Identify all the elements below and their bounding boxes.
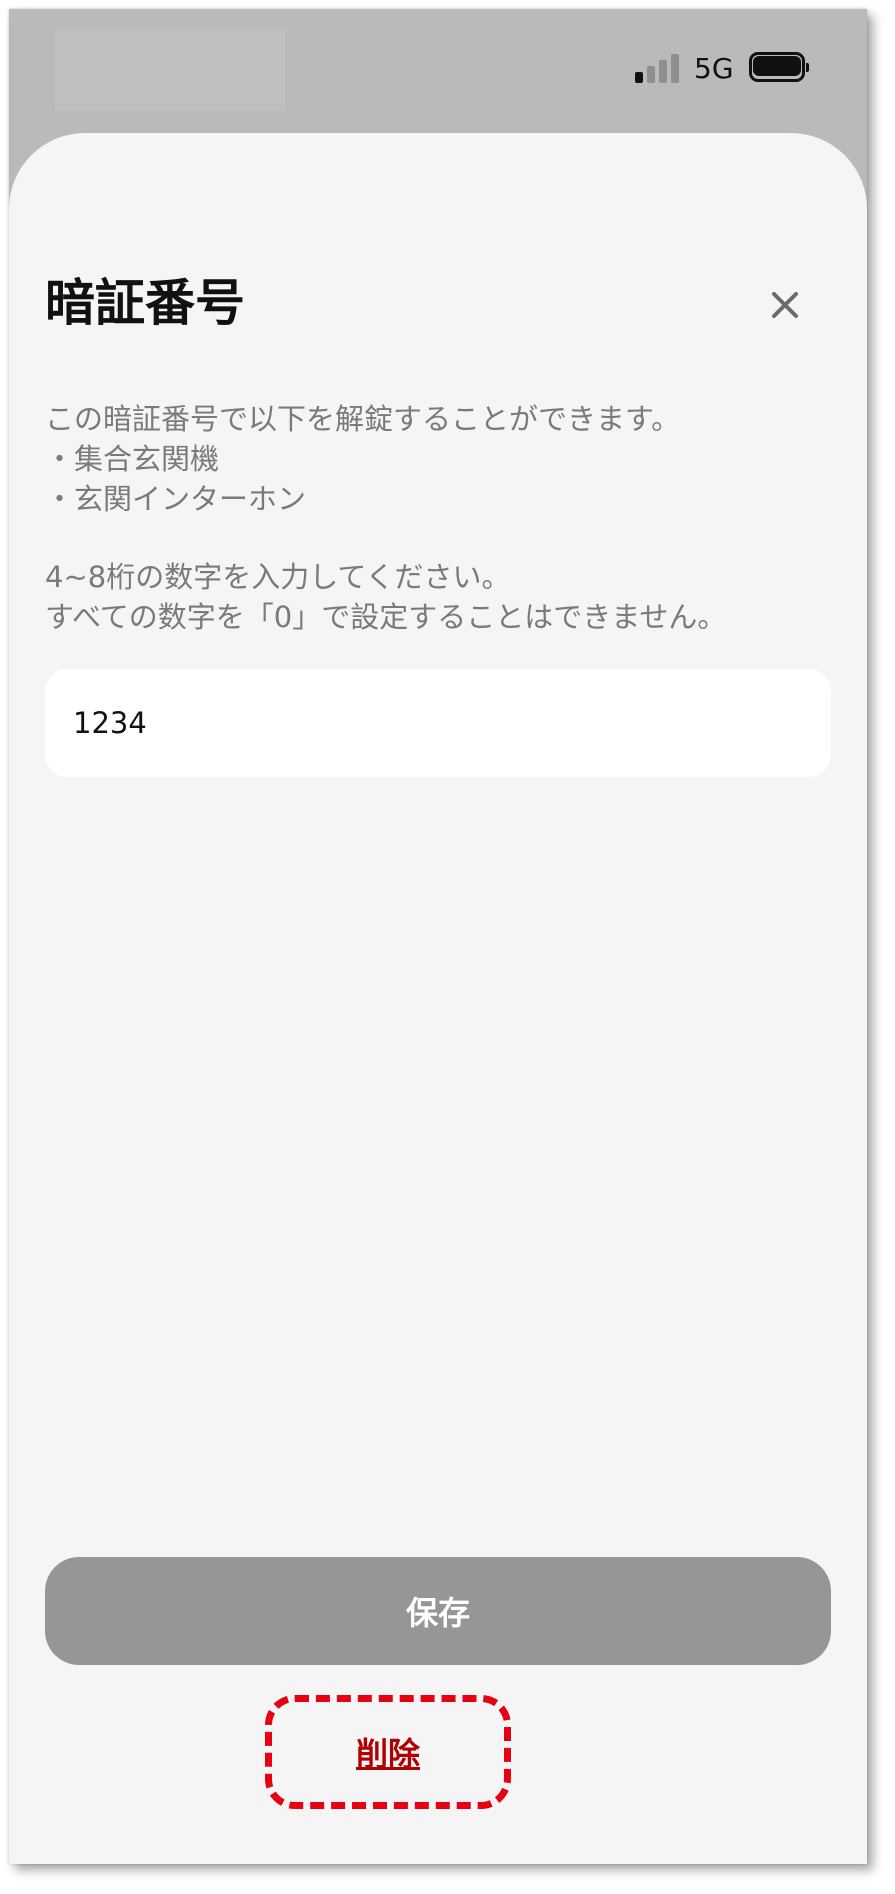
pin-input[interactable] (45, 669, 831, 777)
description-digit-rule: 4~8桁の数字を入力してください。 (45, 560, 511, 594)
close-button[interactable] (763, 283, 807, 327)
status-bar: 5G (9, 9, 867, 129)
pin-input-container (45, 669, 831, 777)
description-item-door-intercom: ・玄関インターホン (45, 482, 307, 516)
status-time-area (55, 29, 285, 111)
save-button[interactable]: 保存 (45, 1557, 831, 1665)
delete-button[interactable]: 削除 (265, 1695, 511, 1809)
screen-frame: 5G 暗証番号 この暗証番号で以下を解錠することができます。 ・集合玄関機 ・玄… (9, 9, 867, 1864)
pin-settings-sheet: 暗証番号 この暗証番号で以下を解錠することができます。 ・集合玄関機 ・玄関イン… (9, 133, 867, 1864)
description-item-entrance-panel: ・集合玄関機 (45, 442, 220, 476)
signal-strength-icon (635, 53, 683, 83)
battery-full-icon (749, 52, 809, 83)
close-icon (772, 292, 798, 318)
network-type: 5G (694, 52, 734, 85)
page-title: 暗証番号 (45, 274, 245, 332)
description-unlock-intro: この暗証番号で以下を解錠することができます。 (45, 402, 681, 436)
description-zero-rule: すべての数字を「0」で設定することはできません。 (45, 600, 727, 634)
